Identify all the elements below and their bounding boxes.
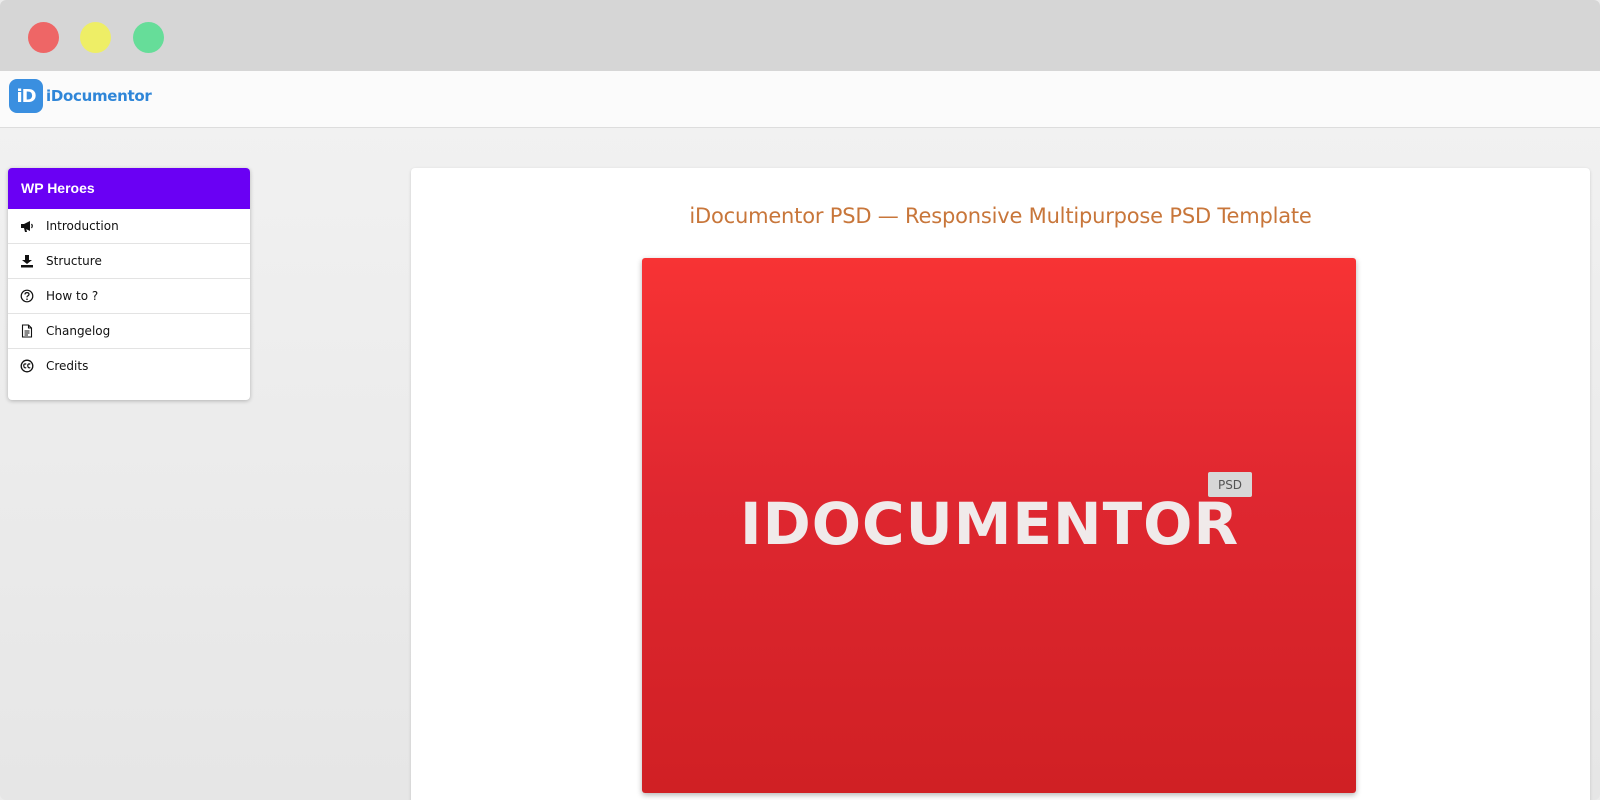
logo-mark: iD: [9, 79, 43, 113]
question-circle-icon: [20, 289, 34, 303]
sidebar-item-label: How to ?: [46, 289, 99, 303]
sidebar-nav: WP Heroes Introduction Structure How to …: [8, 168, 250, 400]
minimize-window-button[interactable]: [80, 22, 111, 53]
hero-wordmark: IDOCUMENTOR: [740, 490, 1240, 558]
sidebar-item-label: Credits: [46, 359, 89, 373]
hero-image: PSD IDOCUMENTOR: [642, 258, 1356, 793]
sidebar-item-label: Changelog: [46, 324, 111, 338]
close-window-button[interactable]: [28, 22, 59, 53]
site-logo[interactable]: iD iDocumentor: [9, 79, 152, 113]
site-header: iD iDocumentor: [0, 71, 1600, 128]
sidebar-item-label: Structure: [46, 254, 102, 268]
sidebar-title: WP Heroes: [8, 168, 250, 209]
creative-commons-icon: [20, 359, 34, 373]
sidebar-item-introduction[interactable]: Introduction: [8, 209, 250, 244]
megaphone-icon: [20, 219, 34, 233]
main-content: iDocumentor PSD — Responsive Multipurpos…: [411, 168, 1590, 800]
sidebar-item-credits[interactable]: Credits: [8, 349, 250, 383]
sidebar-item-structure[interactable]: Structure: [8, 244, 250, 279]
sidebar-item-how-to[interactable]: How to ?: [8, 279, 250, 314]
download-icon: [20, 254, 34, 268]
sidebar-item-changelog[interactable]: Changelog: [8, 314, 250, 349]
document-icon: [20, 324, 34, 338]
browser-window: iD iDocumentor WP Heroes Introduction St…: [0, 0, 1600, 800]
sidebar-item-label: Introduction: [46, 219, 119, 233]
page-title: iDocumentor PSD — Responsive Multipurpos…: [689, 204, 1312, 228]
logo-text: iDocumentor: [46, 87, 152, 105]
window-titlebar: [0, 0, 1600, 71]
maximize-window-button[interactable]: [133, 22, 164, 53]
